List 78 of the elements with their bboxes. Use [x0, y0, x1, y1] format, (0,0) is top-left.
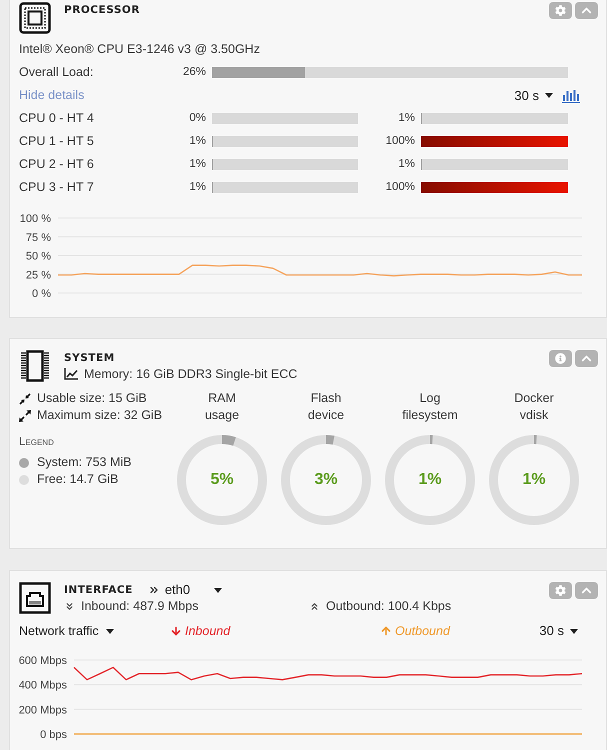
interval-dropdown[interactable]: 30 s [539, 621, 578, 641]
settings-icon [555, 585, 566, 596]
double-chevron-right-icon [148, 584, 160, 596]
caret-icon [214, 588, 222, 592]
collapse-button[interactable] [575, 582, 598, 599]
bar-chart-icon [562, 88, 580, 102]
caret-icon [106, 628, 114, 634]
collapse-button[interactable] [575, 2, 598, 19]
load-percent: 1% [188, 134, 206, 149]
legend-label: Inbound [185, 622, 230, 640]
view-dropdown[interactable]: Network traffic [19, 622, 114, 640]
load-percent: 1% [397, 110, 415, 126]
gauge-value: 3% [314, 470, 338, 490]
panel-title: INTERFACE [64, 583, 133, 598]
load-percent: 100% [384, 134, 415, 149]
load-percent: 0% [188, 110, 206, 126]
cpu-chip-icon [19, 2, 51, 34]
gauge-label: Flash device [308, 390, 344, 424]
load-percent: 1% [188, 180, 206, 195]
legend-label: Free: 14.7 GiB [37, 471, 118, 488]
load-percent: 100% [384, 180, 415, 195]
chevron-up-icon [581, 585, 592, 596]
cpu-model: Intel® Xeon® CPU E3-1246 v3 @ 3.50GHz [19, 41, 260, 58]
compress-arrows-icon [19, 392, 31, 404]
memory-size: Usable size: 15 GiB [37, 390, 147, 408]
chart-toggle-button[interactable] [562, 88, 580, 102]
double-chevron-down-icon [64, 600, 75, 612]
interface-dropdown[interactable]: eth0 [164, 580, 222, 600]
inbound-rate: Inbound: 487.9 Mbps [81, 598, 198, 615]
axis-label: 25 % [26, 269, 51, 282]
load-percent: 1% [188, 156, 206, 172]
cpu-label: CPU 0 - HT 4 [19, 110, 95, 128]
ethernet-port-icon [19, 582, 51, 614]
chevron-up-icon [581, 353, 592, 364]
panel-title: SYSTEM [64, 351, 116, 366]
collapse-button[interactable] [575, 350, 598, 367]
outbound-rate: Outbound: 100.4 Kbps [326, 598, 452, 615]
settings-icon [555, 5, 566, 16]
arrow-down-icon [170, 625, 182, 637]
arrow-up-icon [380, 625, 392, 637]
gauge-value: 1% [522, 470, 546, 490]
gauge-label: RAM usage [204, 390, 240, 424]
settings-button[interactable] [549, 2, 572, 19]
cpu-label: CPU 3 - HT 7 [19, 179, 95, 196]
interval-dropdown[interactable]: 30 s [514, 86, 553, 106]
memory-info: Memory: 16 GiB DDR3 Single-bit ECC [84, 366, 298, 383]
caret-icon [570, 628, 578, 634]
axis-label: 75 % [26, 232, 51, 244]
axis-label: 0 % [32, 288, 51, 300]
axis-label: 0 bps [40, 729, 67, 741]
info-button[interactable] [549, 350, 572, 367]
cpu-label: CPU 2 - HT 6 [19, 156, 95, 174]
legend-title: Legend [19, 434, 54, 450]
axis-label: 400 Mbps [19, 680, 67, 692]
axis-label: 600 Mbps [19, 655, 67, 667]
line-chart-icon [64, 368, 78, 380]
gauge-label: Docker vdisk [514, 390, 554, 424]
gauge-value: 5% [210, 470, 234, 490]
gauge-value: 1% [418, 470, 442, 490]
memory-module-icon [19, 350, 51, 382]
axis-label: 100 % [20, 213, 51, 225]
double-chevron-up-icon [309, 600, 320, 612]
settings-button[interactable] [549, 582, 572, 599]
load-percent: 1% [397, 156, 415, 172]
gauge-label: Log filesystem [402, 390, 458, 424]
expand-arrows-icon [19, 410, 31, 422]
chevron-up-icon [581, 5, 592, 16]
legend-label: System: 753 MiB [37, 454, 132, 472]
load-percent: 26% [182, 64, 206, 80]
overall-load-label: Overall Load: [19, 64, 94, 82]
info-icon [555, 353, 566, 364]
cpu-label: CPU 1 - HT 5 [19, 133, 95, 150]
memory-size: Maximum size: 32 GiB [37, 407, 162, 424]
legend-label: Outbound [395, 622, 450, 640]
axis-label: 200 Mbps [19, 704, 67, 716]
panel-title: PROCESSOR [64, 3, 140, 18]
caret-icon [545, 93, 553, 98]
axis-label: 50 % [26, 250, 51, 262]
